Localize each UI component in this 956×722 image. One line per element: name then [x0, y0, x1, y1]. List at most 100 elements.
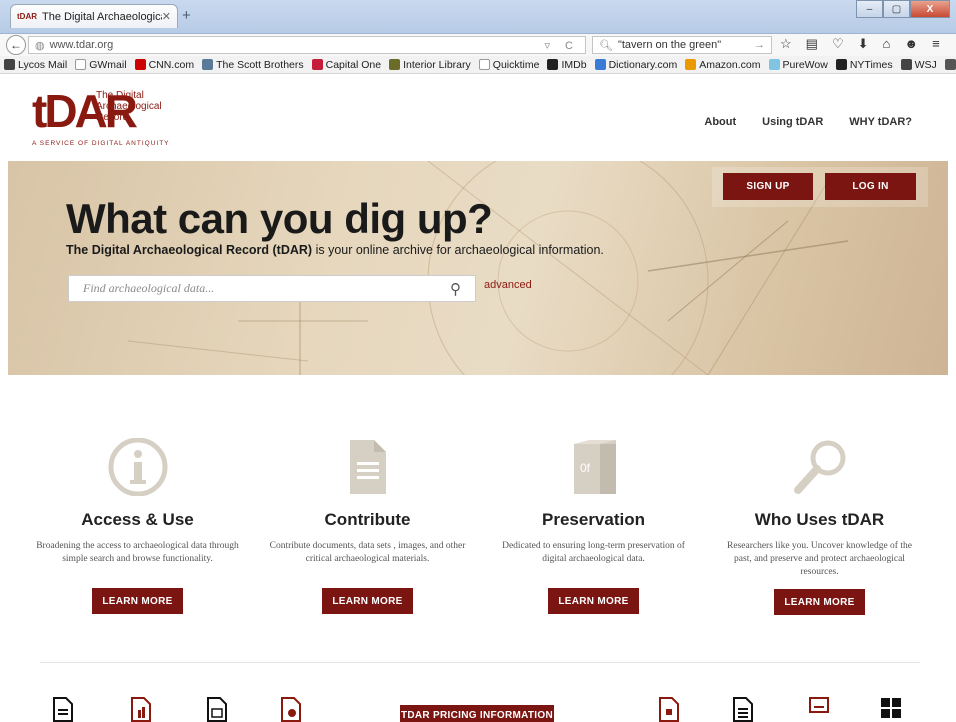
metro-icon — [944, 59, 956, 70]
nav-about[interactable]: About — [704, 116, 736, 128]
reload-icon[interactable]: ▿ C — [544, 39, 579, 52]
circle-icon — [389, 59, 401, 70]
lycos-icon — [4, 59, 15, 70]
bookmark-label: The Scott Brothers — [216, 58, 304, 71]
back-arrow-icon[interactable]: ← — [6, 35, 26, 55]
bookmark-item[interactable]: Capital One — [311, 58, 382, 71]
feature-text: Broadening the access to archaeological … — [36, 541, 239, 564]
magnifier-icon — [793, 440, 845, 494]
page-icon — [75, 59, 87, 70]
cnn-icon — [134, 59, 146, 70]
web-page: tDAR The Digital Archaeological Record A… — [8, 75, 948, 722]
window-close-icon[interactable]: X — [910, 0, 950, 18]
bookmark-item[interactable]: Dictionary.com — [594, 58, 678, 71]
tagline-rest: is your online archive for archaeologica… — [312, 243, 604, 257]
search-icon: 🔍︎ — [599, 39, 613, 52]
tab-title: The Digital Archaeological ... — [42, 10, 162, 23]
bookmark-item[interactable]: Quicktime — [478, 59, 539, 71]
collection-type-icon[interactable] — [880, 697, 902, 722]
restore-icon[interactable]: ▢ — [883, 0, 910, 18]
download-icon[interactable]: ⬇ — [858, 36, 869, 52]
browser-search-box[interactable]: 🔍︎ "tavern on the green" → — [592, 36, 772, 54]
document-icon — [349, 440, 386, 494]
bookmark-item[interactable]: WSJ — [900, 59, 937, 71]
tagline-bold: The Digital Archaeological Record (tDAR) — [66, 243, 313, 257]
feature-access-use: Access & Use Broadening the access to ar… — [30, 438, 245, 614]
bookmarks-bar: Lycos Mail GWmail CNN.com The Scott Brother… — [0, 56, 956, 74]
nav-why-tdar[interactable]: WHY tDAR? — [849, 116, 912, 128]
svg-text:0f: 0f — [580, 461, 591, 475]
advanced-search-link[interactable]: advanced — [484, 279, 532, 291]
tdar-favicon-icon: tDAR — [17, 12, 37, 21]
reading-list-icon[interactable]: ▤ — [806, 36, 818, 52]
bookmark-item[interactable]: The Scott Brothers — [202, 59, 304, 71]
learn-more-button[interactable]: LEARN MORE — [322, 588, 413, 614]
search-go-icon[interactable]: → — [754, 39, 765, 51]
learn-more-button[interactable]: LEARN MORE — [548, 588, 639, 614]
bookmark-item[interactable]: Lycos Mail — [4, 59, 67, 71]
star-icon[interactable]: ☆ — [780, 36, 792, 52]
pocket-icon[interactable]: ♡ — [832, 36, 844, 52]
search-placeholder: Find archaeological data... — [83, 281, 215, 295]
bookmark-label: Amazon.com — [699, 58, 761, 71]
bookmark-label: Interior Library — [403, 58, 471, 71]
archive-type-icon[interactable] — [808, 697, 830, 722]
minimize-icon[interactable]: – — [856, 0, 883, 18]
browser-search-value: "tavern on the green" — [617, 39, 722, 51]
capital-one-icon — [311, 59, 323, 70]
search-icon[interactable]: ⚲ — [450, 280, 461, 299]
bookmark-label: Dictionary.com — [608, 58, 678, 71]
bookmark-item[interactable]: PureWow — [768, 58, 828, 71]
feature-text: Dedicated to ensuring long-term preserva… — [502, 541, 685, 564]
home-icon[interactable]: ⌂ — [883, 36, 891, 52]
sign-up-button[interactable]: SIGN UP — [723, 173, 813, 200]
bookmark-item[interactable]: CNN.com — [134, 58, 195, 71]
dataset-type-icon[interactable] — [130, 697, 152, 722]
bookmark-label: Capital One — [325, 58, 382, 71]
bookmark-item[interactable]: Interior Library — [389, 59, 471, 71]
bookmark-label: PureWow — [782, 58, 828, 71]
learn-more-button[interactable]: LEARN MORE — [92, 588, 183, 614]
bookmark-label: GWmail — [89, 58, 127, 71]
browser-tab[interactable]: tDAR The Digital Archaeological ... ✕ — [10, 4, 178, 28]
feature-preservation: 0f Preservation Dedicated to ensuring lo… — [486, 438, 701, 614]
nav-using-tdar[interactable]: Using tDAR — [762, 116, 823, 128]
document-type-icon[interactable] — [52, 697, 74, 722]
bookmark-item[interactable]: NYTimes — [835, 58, 893, 71]
new-tab-icon[interactable]: + — [182, 7, 191, 24]
bookmark-item[interactable]: IMDb — [547, 59, 587, 71]
geospatial-type-icon[interactable] — [658, 697, 680, 722]
amazon-icon — [685, 59, 697, 70]
browser-navbar: ← ◍ www.tdar.org ▿ C 🔍︎ "tavern on the g… — [0, 34, 956, 56]
logo-name: The Digital Archaeological Record — [96, 90, 162, 123]
ontology-type-icon[interactable] — [732, 697, 754, 722]
learn-more-button[interactable]: LEARN MORE — [774, 589, 865, 615]
sensory-data-type-icon[interactable] — [280, 697, 302, 722]
address-bar[interactable]: ◍ www.tdar.org ▿ C — [28, 36, 586, 54]
feature-text: Researchers like you. Uncover knowledge … — [727, 541, 912, 577]
feature-title: Who Uses tDAR — [754, 510, 885, 529]
log-in-button[interactable]: LOG IN — [825, 173, 916, 200]
close-tab-icon[interactable]: ✕ — [162, 10, 171, 23]
pricing-information-button[interactable]: TDAR PRICING INFORMATION — [400, 705, 554, 722]
bookmark-label: NYTimes — [849, 58, 893, 71]
image-type-icon[interactable] — [206, 697, 228, 722]
site-search-input[interactable]: Find archaeological data... ⚲ — [68, 275, 476, 302]
feature-title: Access & Use — [81, 510, 194, 529]
menu-icon[interactable]: ≡ — [932, 36, 940, 52]
logo-service-line: A SERVICE OF DIGITAL ANTIQUITY — [32, 140, 170, 147]
bookmark-item[interactable]: Amazon.com — [685, 58, 761, 71]
tdar-logo[interactable]: tDAR The Digital Archaeological Record A… — [32, 85, 232, 155]
bookmark-item[interactable]: Metro - Bus - Better Bus — [944, 59, 956, 71]
bookmark-label: CNN.com — [148, 58, 195, 71]
page-icon — [478, 59, 490, 70]
hero-banner: SIGN UP LOG IN What can you dig up? The … — [8, 161, 948, 375]
section-divider — [40, 662, 920, 663]
chat-icon[interactable]: ☻ — [904, 36, 918, 52]
main-nav: About Using tDAR WHY tDAR? — [704, 116, 912, 128]
site-header: tDAR The Digital Archaeological Record A… — [8, 75, 948, 161]
browser-toolbar-icons: ☆ ▤ ♡ ⬇ ⌂ ☻ ≡ — [780, 36, 940, 52]
bookmark-item[interactable]: GWmail — [75, 58, 127, 71]
nytimes-icon — [835, 59, 847, 70]
s-icon — [202, 59, 214, 70]
